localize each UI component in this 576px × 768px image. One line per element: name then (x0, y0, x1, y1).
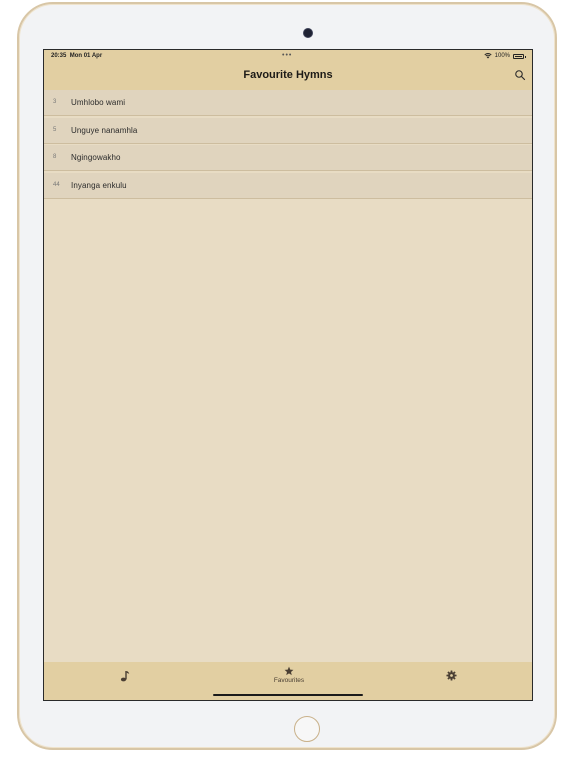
star-icon (284, 666, 294, 676)
hymn-number: 8 (53, 154, 57, 161)
tab-label-favourites: Favourites (273, 677, 305, 684)
tab-hymns[interactable] (95, 666, 155, 690)
battery-icon (513, 53, 526, 59)
hymn-number: 5 (53, 126, 57, 133)
hymn-title: Unguye nanamhla (71, 125, 138, 135)
status-bar: 20:35 Mon 01 Apr ••• 100% (44, 50, 532, 64)
gear-icon (445, 670, 457, 681)
list-item[interactable]: 8 Ngingowakho (44, 145, 532, 172)
page-title: Favourite Hymns (243, 69, 333, 81)
tab-bar: Favourites (44, 662, 532, 700)
battery-percent: 100% (494, 53, 510, 59)
front-camera (303, 28, 313, 38)
home-indicator[interactable] (213, 693, 363, 696)
hymn-title: Ngingowakho (71, 153, 121, 163)
list-item[interactable]: 44 Inyanga enkulu (44, 172, 532, 199)
search-icon[interactable] (514, 69, 526, 81)
list-item[interactable]: 5 Unguye nanamhla (44, 117, 532, 144)
status-date: Mon 01 Apr (69, 53, 103, 59)
multitasking-dots[interactable]: ••• (282, 52, 292, 59)
hymn-list: 3 Umhlobo wami 5 Unguye nanamhla 8 Nging… (44, 90, 532, 200)
music-note-icon (120, 671, 130, 682)
status-time: 20:35 (51, 53, 67, 59)
hymn-number: 44 (53, 181, 60, 188)
hymn-title: Umhlobo wami (71, 98, 126, 107)
status-time-date: 20:35 Mon 01 Apr (51, 53, 102, 59)
hymn-number: 3 (53, 99, 57, 105)
list-item[interactable]: 3 Umhlobo wami (44, 90, 532, 116)
wifi-icon (484, 53, 492, 59)
app-screen: 20:35 Mon 01 Apr ••• 100% Favourite Hymn… (43, 49, 533, 701)
tab-settings[interactable] (421, 666, 481, 690)
tab-favourites[interactable]: Favourites (259, 666, 319, 690)
home-button[interactable] (294, 716, 320, 742)
status-right: 100% (484, 53, 526, 59)
navigation-bar: Favourite Hymns (44, 64, 532, 90)
hymn-title: Inyanga enkulu (71, 180, 127, 190)
